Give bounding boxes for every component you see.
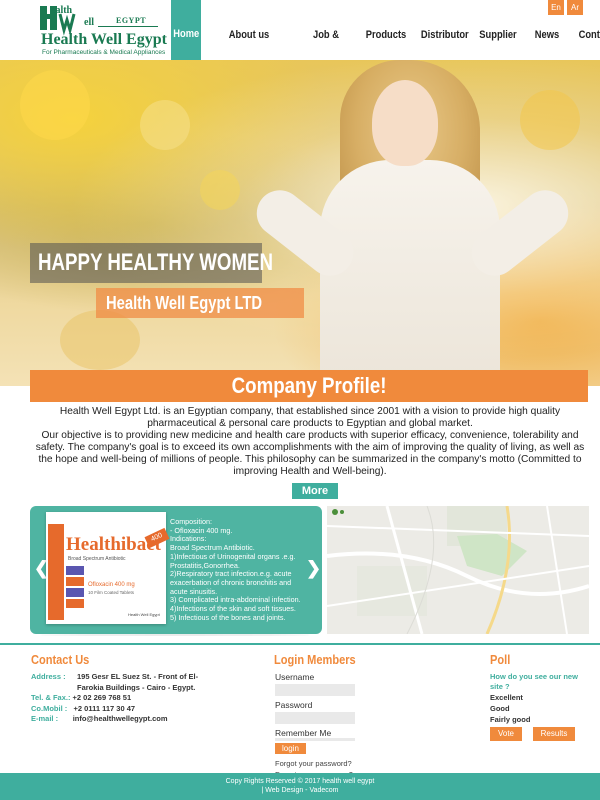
product-info-line: 1)Infectious of Urinogenital organs .e.g… [170,551,296,570]
more-button[interactable]: More [292,483,338,499]
nav-job-career-link[interactable]: Job & Career [301,0,350,111]
hero-banner: HAPPY HEALTHY WOMEN Health Well Egypt LT… [0,60,600,386]
contact-title: Contact Us [31,652,100,667]
profile-paragraph-2: Our objective is to providing new medici… [35,430,585,477]
nav-distributor-link[interactable]: Distributor [421,0,469,60]
login-button[interactable]: login [275,743,306,754]
product-box-dose: Ofloxacin 400 mg [88,582,135,588]
product-box-image [46,512,166,624]
page: ealth ell EGYPT Health Well Egypt For Ph… [0,0,600,800]
main-nav: Home About us Job & Career Products Dist… [171,0,600,111]
nav-supplier[interactable]: Supplier [469,0,527,60]
results-button[interactable]: Results [533,727,575,741]
poll-form: How do you see our new site ? Excellent … [490,672,590,725]
contact-address-row: Address : 195 Gesr EL Suez St. - Front o… [31,672,211,693]
box-swatch [66,599,84,608]
hero-bokeh [520,90,580,150]
contact-tel-row: Tel. & Fax.: +2 02 269 768 51 [31,693,211,704]
hero-title-text: HAPPY HEALTHY WOMEN [38,249,274,276]
poll-title-text: Poll [490,652,511,667]
footer-copyright: Copy Rights Reserved © 2017 health well … [225,778,375,785]
woman-body [320,160,500,386]
contact-tel-label: Tel. & Fax.: [31,693,71,703]
nav-about-us-link[interactable]: About us [208,0,290,60]
username-input[interactable] [275,684,355,696]
contact-email-row: E-mail : info@healthwellegypt.com [31,714,211,725]
product-box-side [48,524,64,620]
poll-option[interactable]: Good [490,703,590,714]
contact-email-value[interactable]: info@healthwellegypt.com [73,714,168,723]
remember-me-checkbox[interactable] [275,738,355,741]
contact-email-label: E-mail : [31,714,59,724]
logo[interactable]: ealth ell EGYPT Health Well Egypt For Ph… [38,5,167,56]
contact-mobile-value: +2 0111 117 30 47 [73,703,136,713]
login-title-text: Login Members [274,652,356,667]
box-swatch [66,588,84,597]
location-map[interactable] [327,506,589,634]
profile-paragraph-1: Health Well Egypt Ltd. is an Egyptian co… [59,406,561,429]
product-info-line: 5) Infectious of the bones and joints. [170,612,286,622]
nav-distributor[interactable]: Distributor [417,0,469,60]
map-roads [327,506,589,634]
hero-subtitle: Health Well Egypt LTD [96,288,304,318]
contact-address-value: 195 Gesr EL Suez St. - Front of El-Farok… [77,672,199,692]
password-label: Password [275,700,313,710]
product-box-maker: Health Well Egypt [128,612,160,617]
box-swatch [66,577,84,586]
hero-bokeh [200,170,240,210]
lang-ar-button[interactable]: Ar [567,0,583,15]
hero-bokeh [140,100,190,150]
site-footer: Copy Rights Reserved © 2017 health well … [0,773,600,800]
nav-home-link[interactable]: Home [173,0,199,60]
forgot-password-link[interactable]: Forgot your password? [275,758,375,769]
contact-mobile-row: Co.Mobil : +2 0111 117 30 47 [31,704,211,715]
product-box-color-grid [66,566,84,610]
nav-supplier-link[interactable]: Supplier [473,0,522,60]
hero-title: HAPPY HEALTHY WOMEN [30,243,273,283]
hero-subtitle-text: Health Well Egypt LTD [106,293,263,313]
product-box-dose-detail: 10 Film Coated Tablets [88,590,134,595]
password-input[interactable] [275,712,355,724]
nav-job-career[interactable]: Job & Career [297,0,355,111]
product-info-line: 2)Respiratory tract infection.e.g. acute… [170,569,292,596]
poll-option[interactable]: Excellent [490,692,590,703]
profile-text: Health Well Egypt Ltd. is an Egyptian co… [28,406,592,478]
profile-heading: Company Profile! [30,370,588,402]
footer-credit[interactable]: | Web Design - Vadecom [0,786,600,795]
login-title: Login Members [274,652,370,667]
hero-bokeh [60,310,140,370]
logo-brand: Health Well Egypt [41,31,167,48]
contact-tel-value: +2 02 269 768 51 [72,693,132,703]
logo-word-2: ell [84,17,94,28]
section-divider [0,643,600,645]
remember-me-label[interactable]: Remember Me [275,728,375,738]
product-info: Composition: - Ofloxacin 400 mg. Indicat… [170,517,310,622]
box-swatch [66,566,84,575]
contact-mobile-label: Co.Mobil : [31,703,68,713]
product-box-subtitle: Broad Spectrum Antibiotic [68,556,126,562]
nav-about-us[interactable]: About us [201,0,297,60]
login-form: Username Password Remember Me login Forg… [275,672,375,780]
nav-products[interactable]: Products [355,0,417,60]
site-header: ealth ell EGYPT Health Well Egypt For Ph… [0,0,600,111]
poll-question: How do you see our new site ? [490,672,578,691]
poll-title: Poll [490,652,514,667]
vote-button[interactable]: Vote [490,727,522,741]
product-shadow [40,634,310,636]
profile-heading-text: Company Profile! [231,373,387,398]
logo-tagline: For Pharmaceuticals & Medical Appliances [42,49,166,56]
contact-info: Address : 195 Gesr EL Suez St. - Front o… [31,672,211,725]
logo-country: EGYPT [116,16,147,25]
lang-en-button[interactable]: En [548,0,564,15]
logo-rule [98,26,158,27]
contact-address-label: Address : [31,672,66,681]
hero-bokeh [20,70,90,140]
nav-products-link[interactable]: Products [360,0,413,60]
nav-home[interactable]: Home [171,0,201,60]
contact-title-text: Contact Us [31,652,90,667]
username-label: Username [275,672,315,682]
logo-word-1: ealth [51,5,73,16]
poll-option[interactable]: Fairly good [490,714,590,725]
woman-face [372,80,438,166]
